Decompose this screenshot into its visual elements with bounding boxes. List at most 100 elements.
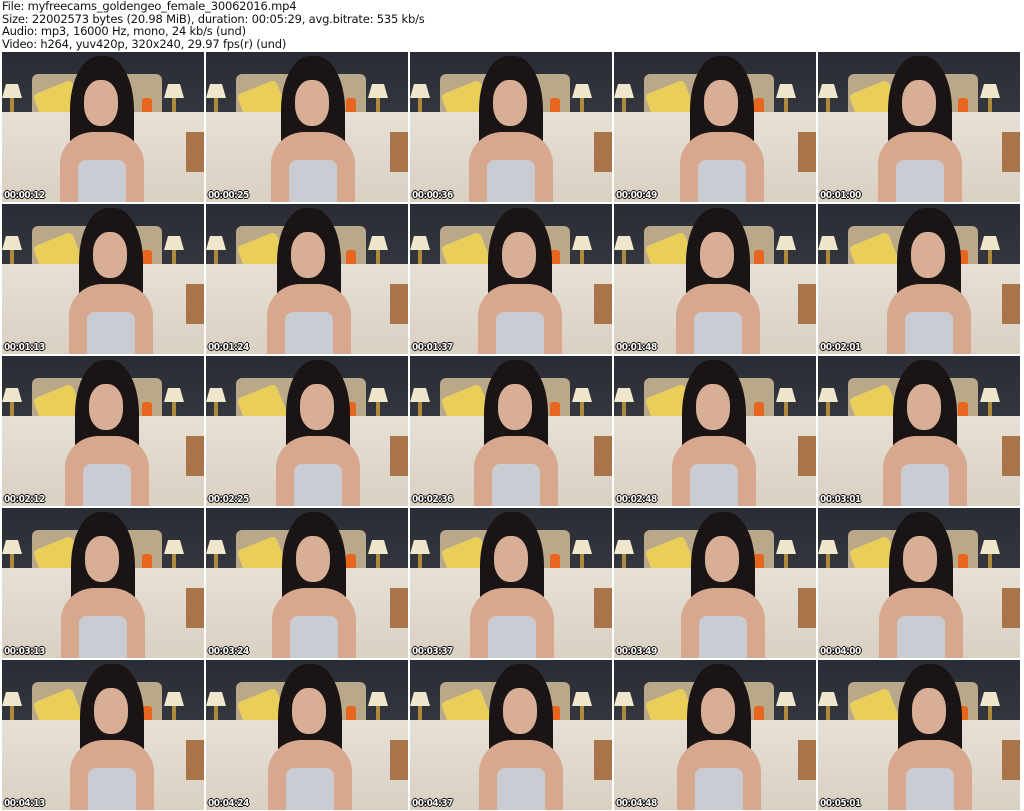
- thumb-person: [212, 356, 408, 506]
- thumbnail-timestamp: 00:01:13: [4, 342, 45, 353]
- video-thumbnail: 00:01:24: [206, 204, 408, 354]
- thumb-face: [705, 536, 739, 582]
- thumb-face: [696, 384, 730, 430]
- thumb-face: [89, 384, 123, 430]
- video-info-line: Video: h264, yuv420p, 320x240, 29.97 fps…: [2, 36, 287, 51]
- thumb-tank-top: [906, 768, 954, 810]
- thumb-face: [85, 536, 119, 582]
- thumb-tank-top: [88, 768, 136, 810]
- thumb-tank-top: [289, 160, 337, 202]
- video-thumbnail: 00:04:48: [614, 660, 816, 810]
- thumbnail-timestamp: 00:04:24: [208, 798, 249, 809]
- thumb-person: [410, 356, 612, 506]
- thumbnail-timestamp: 00:00:25: [208, 190, 249, 201]
- thumb-tank-top: [690, 464, 738, 506]
- thumbnail-timestamp: 00:02:12: [4, 494, 45, 505]
- thumb-tank-top: [905, 312, 953, 354]
- thumb-tank-top: [87, 312, 135, 354]
- video-thumbnail: 00:03:37: [410, 508, 612, 658]
- thumb-person: [207, 52, 408, 202]
- video-thumbnail: 00:02:25: [206, 356, 408, 506]
- thumb-face: [94, 688, 128, 734]
- thumb-tank-top: [695, 768, 743, 810]
- thumb-face: [911, 232, 945, 278]
- thumb-face: [912, 688, 946, 734]
- video-thumbnail: 00:03:24: [206, 508, 408, 658]
- video-thumbnail: 00:00:25: [206, 52, 408, 202]
- audio-info-line: Audio: mp3, 16000 Hz, mono, 24 kb/s (und…: [2, 24, 246, 38]
- thumb-person: [208, 508, 408, 658]
- thumb-person: [614, 204, 814, 354]
- video-thumbnail: 00:04:13: [2, 660, 204, 810]
- thumb-tank-top: [896, 160, 944, 202]
- thumbnail-timestamp: 00:02:01: [820, 342, 861, 353]
- video-thumbnail: 00:03:49: [614, 508, 816, 658]
- video-thumbnail: 00:01:48: [614, 204, 816, 354]
- video-thumbnail: 00:01:13: [2, 204, 204, 354]
- thumbnail-timestamp: 00:02:36: [412, 494, 453, 505]
- thumb-tank-top: [496, 312, 544, 354]
- thumbnail-timestamp: 00:04:37: [412, 798, 453, 809]
- thumb-tank-top: [897, 616, 945, 658]
- thumbnail-timestamp: 00:03:24: [208, 646, 249, 657]
- thumb-tank-top: [286, 768, 334, 810]
- thumb-person: [818, 508, 1017, 658]
- thumb-face: [700, 232, 734, 278]
- thumb-person: [824, 660, 1020, 810]
- thumbnail-timestamp: 00:01:48: [616, 342, 657, 353]
- thumb-person: [410, 508, 608, 658]
- thumb-face: [494, 536, 528, 582]
- thumbnail-timestamp: 00:04:00: [820, 646, 861, 657]
- thumb-person: [2, 52, 198, 202]
- thumb-person: [2, 356, 203, 506]
- thumb-face: [704, 80, 738, 126]
- thumbnail-timestamp: 00:04:13: [4, 798, 45, 809]
- thumb-person: [415, 660, 612, 810]
- thumb-tank-top: [487, 160, 535, 202]
- video-thumbnail: 00:00:12: [2, 52, 204, 202]
- thumb-tank-top: [694, 312, 742, 354]
- thumb-face: [493, 80, 527, 126]
- thumb-person: [818, 52, 1016, 202]
- thumb-tank-top: [83, 464, 131, 506]
- thumb-face: [93, 232, 127, 278]
- thumbnail-timestamp: 00:03:37: [412, 646, 453, 657]
- thumbnail-timestamp: 00:05:01: [820, 798, 861, 809]
- video-thumbnail: 00:02:12: [2, 356, 204, 506]
- video-thumbnail: 00:03:13: [2, 508, 204, 658]
- video-thumbnail: 00:04:37: [410, 660, 612, 810]
- thumb-face: [295, 80, 329, 126]
- thumb-tank-top: [290, 616, 338, 658]
- thumbnail-grid: 00:00:12 00:00:25 00:00:36 00:00:49 00:0…: [2, 52, 1020, 810]
- thumbnail-timestamp: 00:00:49: [616, 190, 657, 201]
- thumb-face: [701, 688, 735, 734]
- video-thumbnail: 00:02:01: [818, 204, 1020, 354]
- video-thumbnail: 00:03:01: [818, 356, 1020, 506]
- thumb-tank-top: [901, 464, 949, 506]
- video-thumbnail: 00:04:24: [206, 660, 408, 810]
- thumb-tank-top: [497, 768, 545, 810]
- video-thumbnail: 00:00:49: [614, 52, 816, 202]
- thumb-tank-top: [488, 616, 536, 658]
- thumb-person: [614, 660, 815, 810]
- thumbnail-timestamp: 00:01:00: [820, 190, 861, 201]
- thumb-person: [410, 52, 607, 202]
- thumb-tank-top: [294, 464, 342, 506]
- thumb-face: [296, 536, 330, 582]
- thumb-person: [206, 660, 406, 810]
- thumbnail-timestamp: 00:04:48: [616, 798, 657, 809]
- thumb-person: [617, 508, 816, 658]
- thumb-tank-top: [78, 160, 126, 202]
- file-name-line: File: myfreecams_goldengeo_female_300620…: [2, 0, 297, 13]
- thumb-person: [823, 204, 1020, 354]
- thumb-person: [2, 508, 199, 658]
- thumbnail-timestamp: 00:03:49: [616, 646, 657, 657]
- thumbnail-timestamp: 00:02:48: [616, 494, 657, 505]
- thumb-face: [292, 688, 326, 734]
- thumbnail-timestamp: 00:01:37: [412, 342, 453, 353]
- thumb-face: [498, 384, 532, 430]
- thumb-tank-top: [698, 160, 746, 202]
- thumbnail-timestamp: 00:00:12: [4, 190, 45, 201]
- thumbnail-timestamp: 00:02:25: [208, 494, 249, 505]
- video-thumbnail: 00:02:36: [410, 356, 612, 506]
